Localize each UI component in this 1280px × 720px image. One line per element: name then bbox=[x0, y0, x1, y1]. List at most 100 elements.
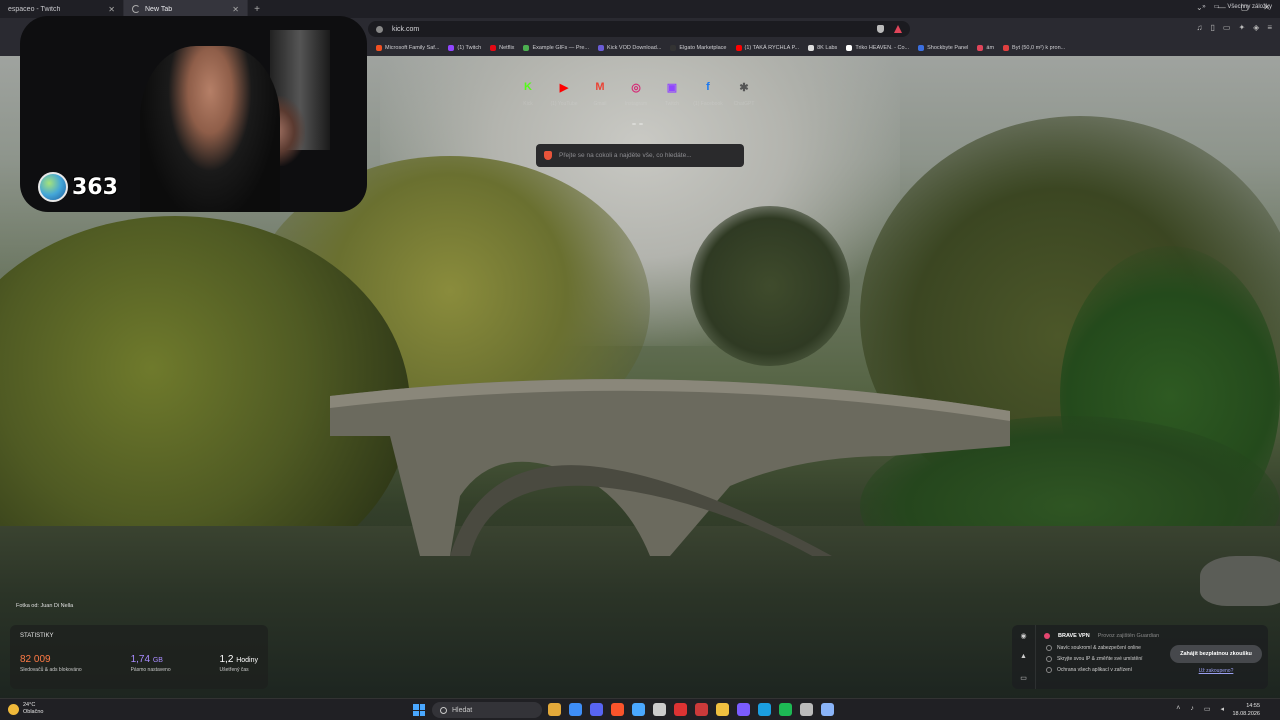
volume-icon[interactable]: ◂ bbox=[1220, 705, 1224, 713]
taskbar-app-icon[interactable] bbox=[716, 703, 729, 716]
bookmark-favicon-icon bbox=[977, 45, 984, 51]
top-site-tile[interactable]: K Kick bbox=[519, 78, 537, 107]
site-info-icon[interactable] bbox=[376, 25, 383, 33]
taskbar-app-icon[interactable] bbox=[590, 703, 603, 716]
vpn-widget: ◉ ▲ ▭ BRAVE VPN Provoz zajištěn Guardian… bbox=[1012, 625, 1268, 689]
twitch-icon: ▣ bbox=[666, 81, 678, 94]
taskbar-app-icon[interactable] bbox=[569, 703, 582, 716]
youtube-icon: ▶ bbox=[559, 81, 569, 94]
rewards-tab-icon[interactable]: ▲ bbox=[1020, 653, 1027, 660]
bookmark-item[interactable]: Elgato Marketplace bbox=[670, 45, 727, 51]
search-input[interactable]: Přejte se na cokoli a najděte vše, co hl… bbox=[536, 144, 744, 167]
close-icon[interactable]: ✕ bbox=[108, 5, 115, 14]
bookmark-item[interactable]: Netflix bbox=[490, 45, 514, 51]
top-site-tile[interactable]: ▣ Twitch bbox=[663, 78, 681, 108]
top-sites: K Kick ▶ (1) YouTube M Gmail ◎ Instagram ▣ Twitch… bbox=[519, 78, 755, 108]
taskbar-search[interactable]: Hledat bbox=[432, 702, 542, 718]
taskbar-app-icon[interactable] bbox=[674, 703, 687, 716]
bookmark-item[interactable]: Kick VOD Download... bbox=[597, 45, 661, 51]
mic-icon[interactable]: ♪ bbox=[1190, 705, 1194, 713]
taskbar: 24°C Oblačno Hledat ˄ ♪ ▭ ◂ 14:55 18.08.2… bbox=[0, 698, 1280, 720]
network-icon[interactable]: ▭ bbox=[1204, 705, 1211, 713]
start-button[interactable] bbox=[413, 704, 425, 716]
facebook-icon: f bbox=[706, 81, 710, 93]
news-tab-icon[interactable]: ▭ bbox=[1020, 674, 1027, 682]
already-purchased-link[interactable]: Už zakoupeno? bbox=[1170, 668, 1262, 674]
widget-switcher: ◉ ▲ ▭ bbox=[1012, 625, 1036, 689]
top-site-tile[interactable]: ◎ Instagram bbox=[625, 78, 647, 108]
top-site-tile[interactable]: ▶ (1) YouTube bbox=[550, 78, 577, 108]
bookmark-favicon-icon bbox=[523, 45, 530, 51]
stat-bandwidth: 1,74 GB Pásmo nastaveno bbox=[130, 654, 171, 673]
instagram-icon: ◎ bbox=[631, 81, 641, 94]
list-item: Skryjte svou IP & změňte své umístění bbox=[1046, 656, 1143, 662]
taskbar-app-icon[interactable] bbox=[548, 703, 561, 716]
chatgpt-icon: ✱ bbox=[739, 81, 749, 94]
bookmark-item[interactable]: Shockbyte Panel bbox=[918, 45, 968, 51]
list-item: Ochrana všech aplikací v zařízení bbox=[1046, 667, 1143, 673]
vpn-tab-icon[interactable]: ◉ bbox=[1020, 632, 1026, 640]
media-icon[interactable]: ♫ bbox=[1197, 23, 1203, 32]
bookmark-favicon-icon bbox=[918, 45, 925, 51]
brave-logo-icon bbox=[544, 151, 552, 160]
taskbar-app-icon[interactable] bbox=[611, 703, 624, 716]
new-tab-button[interactable]: + bbox=[248, 4, 266, 15]
clock[interactable]: 14:55 18.08.2026 bbox=[1232, 702, 1260, 718]
taskbar-app-icon[interactable] bbox=[821, 703, 834, 716]
bookmark-item[interactable]: Triko HEAVEN. - Co... bbox=[846, 45, 909, 51]
list-item: Navíc soukromí & zabezpečení online bbox=[1046, 645, 1143, 651]
streamer bbox=[140, 46, 280, 212]
taskbar-app-icon[interactable] bbox=[695, 703, 708, 716]
wallet-icon[interactable]: ▭ bbox=[1223, 23, 1231, 32]
kick-icon: K bbox=[524, 81, 532, 93]
vpn-icon[interactable]: ◈ bbox=[1253, 23, 1259, 32]
taskbar-app-icon[interactable] bbox=[758, 703, 771, 716]
top-site-tile[interactable]: M Gmail bbox=[591, 78, 609, 107]
search-icon bbox=[440, 706, 447, 714]
bookmark-item[interactable]: Microsoft Family Saf... bbox=[376, 45, 439, 51]
menu-icon[interactable]: ≡ bbox=[1267, 23, 1272, 32]
bookmark-item[interactable]: Example GIFs — Pre... bbox=[523, 45, 589, 51]
taskbar-app-icon[interactable] bbox=[632, 703, 645, 716]
bookmark-item[interactable]: (1) Twitch bbox=[448, 45, 481, 51]
bookmark-favicon-icon bbox=[670, 45, 677, 51]
weather-widget[interactable]: 24°C Oblačno bbox=[8, 702, 44, 716]
bookmark-item[interactable]: (1) TAKÁ RYCHLA P... bbox=[735, 45, 799, 51]
chevron-right-icon[interactable]: » bbox=[1202, 4, 1205, 10]
taskbar-app-icon[interactable] bbox=[779, 703, 792, 716]
extensions-icon[interactable]: ✦ bbox=[1238, 23, 1245, 32]
taskbar-app-icon[interactable] bbox=[653, 703, 666, 716]
webcam-overlay: 363 bbox=[20, 16, 367, 212]
bookmark-item[interactable]: Byt (50,0 m²) k pron... bbox=[1003, 45, 1065, 51]
photo-credit[interactable]: Fotka od: Juan Di Nella bbox=[16, 603, 73, 609]
brave-rewards-icon[interactable] bbox=[894, 25, 902, 33]
globe-icon bbox=[38, 172, 68, 202]
top-site-tile[interactable]: ✱ ChatGPT bbox=[734, 78, 755, 108]
stat-time-saved: 1,2 Hodiny Ušetřený čas bbox=[219, 654, 258, 673]
brave-shield-icon[interactable] bbox=[877, 25, 884, 33]
bookmark-favicon-icon bbox=[846, 45, 853, 51]
bookmark-favicon-icon bbox=[448, 45, 455, 51]
all-bookmarks[interactable]: » ▭ Všechny záložky bbox=[1202, 3, 1272, 11]
bookmark-favicon-icon bbox=[376, 45, 382, 51]
close-icon[interactable]: ✕ bbox=[232, 5, 239, 14]
taskbar-app-icon[interactable] bbox=[800, 703, 813, 716]
toolbar-actions: ♫ ▯ ▭ ✦ ◈ ≡ bbox=[1197, 23, 1273, 32]
sidebar-icon[interactable]: ▯ bbox=[1211, 23, 1215, 32]
bookmark-favicon-icon bbox=[1003, 45, 1010, 51]
taskbar-app-icon[interactable] bbox=[737, 703, 750, 716]
stone-bridge bbox=[330, 379, 1010, 556]
start-trial-button[interactable]: Zahájit bezplatnou zkoušku bbox=[1170, 645, 1262, 663]
bookmark-item[interactable]: ám bbox=[977, 45, 994, 51]
folder-icon: ▭ bbox=[1213, 4, 1220, 10]
taskbar-apps bbox=[548, 703, 834, 716]
vpn-logo-icon bbox=[1044, 633, 1050, 639]
loading-icon bbox=[132, 5, 140, 13]
bookmark-item[interactable]: 8K Labs bbox=[808, 45, 837, 51]
chevron-up-icon[interactable]: ˄ bbox=[1176, 705, 1180, 713]
top-site-tile[interactable]: f (1) Facebook bbox=[693, 78, 722, 107]
address-bar[interactable]: kick.com bbox=[368, 21, 910, 37]
pagination-dots bbox=[632, 123, 643, 125]
stats-title: STATISTIKY bbox=[20, 633, 54, 639]
system-tray: ˄ ♪ ▭ ◂ bbox=[1176, 705, 1224, 713]
